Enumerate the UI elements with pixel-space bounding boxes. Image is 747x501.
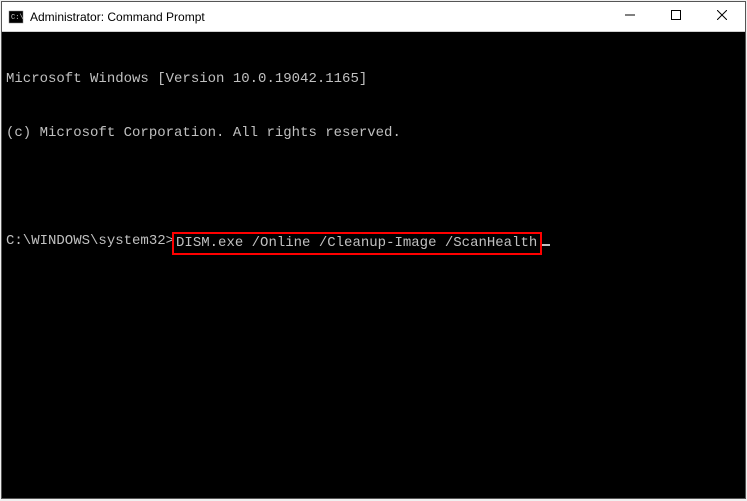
title-bar[interactable]: C:\ Administrator: Command Prompt: [2, 2, 745, 32]
terminal-area[interactable]: Microsoft Windows [Version 10.0.19042.11…: [2, 32, 745, 498]
window-controls: [607, 2, 745, 31]
prompt-path: C:\WINDOWS\system32>: [6, 232, 174, 250]
command-text: DISM.exe /Online /Cleanup-Image /ScanHea…: [176, 235, 537, 251]
maximize-button[interactable]: [653, 2, 699, 31]
terminal-copyright-line: (c) Microsoft Corporation. All rights re…: [6, 124, 741, 142]
svg-text:C:\: C:\: [11, 14, 24, 22]
cmd-icon: C:\: [8, 9, 24, 25]
window-title: Administrator: Command Prompt: [30, 10, 607, 24]
minimize-button[interactable]: [607, 2, 653, 31]
close-icon: [717, 10, 727, 23]
close-button[interactable]: [699, 2, 745, 31]
prompt-line: C:\WINDOWS\system32>DISM.exe /Online /Cl…: [6, 232, 741, 255]
text-cursor: [542, 232, 550, 246]
blank-line: [6, 178, 741, 196]
terminal-header-line: Microsoft Windows [Version 10.0.19042.11…: [6, 70, 741, 88]
command-highlight: DISM.exe /Online /Cleanup-Image /ScanHea…: [172, 232, 542, 255]
command-prompt-window: C:\ Administrator: Command Prompt M: [1, 1, 746, 499]
minimize-icon: [625, 10, 635, 23]
maximize-icon: [671, 10, 681, 23]
